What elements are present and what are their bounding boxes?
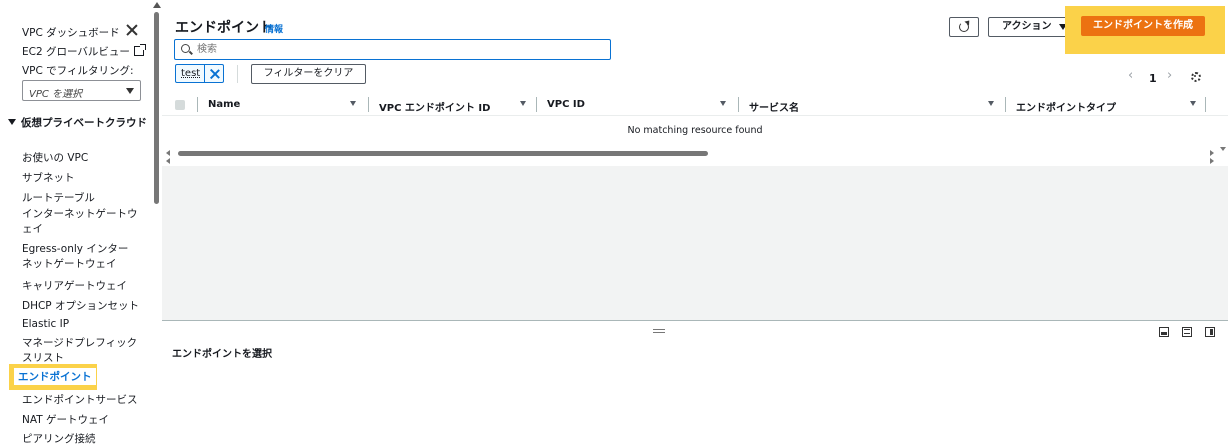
column-label: サービス名 <box>749 103 799 114</box>
scroll-left-icon[interactable] <box>166 158 170 164</box>
sidebar-item-endpoint-services[interactable]: エンドポイントサービス <box>22 392 138 407</box>
vpc-select[interactable]: VPC を選択 <box>22 80 141 101</box>
scroll-right-icon[interactable] <box>1210 150 1214 156</box>
divider <box>368 97 369 112</box>
split-panel-divider <box>162 320 1228 321</box>
chevron-down-icon <box>126 88 134 94</box>
column-name[interactable]: Name <box>208 99 358 110</box>
column-endpoint-type[interactable]: エンドポイントタイプ <box>1016 99 1206 114</box>
filter-label: VPC でフィルタリング: <box>22 65 134 77</box>
sort-icon <box>1190 101 1196 106</box>
sidebar-item-elastic-ip[interactable]: Elastic IP <box>22 318 69 330</box>
scroll-up-icon[interactable] <box>153 2 161 8</box>
divider <box>738 97 739 112</box>
empty-message: No matching resource found <box>627 125 763 136</box>
page-number[interactable]: 1 <box>1149 72 1157 85</box>
sidebar-item-peering[interactable]: ピアリング接続 <box>22 431 96 446</box>
filter-token: test <box>175 64 224 83</box>
split-panel-title: エンドポイントを選択 <box>172 349 272 360</box>
create-endpoint-button[interactable]: エンドポイントを作成 <box>1081 16 1205 36</box>
info-link[interactable]: 情報 <box>265 22 283 35</box>
divider <box>1005 97 1006 112</box>
close-icon[interactable] <box>125 23 139 37</box>
sidebar-item-label: EC2 グローバルビュー <box>22 46 130 58</box>
actions-label: アクション <box>1002 21 1052 32</box>
sidebar-item-ec2-global[interactable]: EC2 グローバルビュー <box>22 44 146 59</box>
sidebar-scrollbar[interactable] <box>152 0 162 442</box>
sidebar: VPC ダッシュボード EC2 グローバルビュー VPC でフィルタリング: V… <box>0 0 152 445</box>
horizontal-scrollbar-thumb[interactable] <box>178 151 708 156</box>
sidebar-item-carrier-gateways[interactable]: キャリアゲートウェイ <box>22 278 127 293</box>
external-link-icon <box>133 44 146 56</box>
divider <box>197 97 198 112</box>
scrollbar-thumb[interactable] <box>154 12 159 204</box>
column-label: VPC ID <box>547 99 585 110</box>
refresh-button[interactable] <box>949 17 979 37</box>
scroll-down-icon[interactable] <box>1220 147 1226 151</box>
column-endpoint-id[interactable]: VPC エンドポイント ID <box>379 99 529 114</box>
actions-button[interactable]: アクション <box>988 17 1076 37</box>
drag-handle-icon[interactable] <box>653 329 665 333</box>
refresh-icon <box>959 22 969 32</box>
sidebar-item-prefix-lists[interactable]: マネージドプレフィックスリスト <box>22 336 138 366</box>
next-page-icon[interactable]: › <box>1167 68 1172 83</box>
page-title: エンドポイント <box>175 20 273 36</box>
sort-icon <box>350 101 356 106</box>
divider <box>204 65 205 82</box>
divider <box>1205 97 1206 112</box>
sort-icon <box>520 101 526 106</box>
sort-icon <box>988 101 994 106</box>
main-panel: エンドポイント 情報 アクション エンドポイントを作成 test フィルターをク… <box>162 0 1228 442</box>
search-field[interactable] <box>174 39 611 60</box>
search-input[interactable] <box>197 41 597 57</box>
sidebar-item-route-tables[interactable]: ルートテーブル <box>22 190 95 205</box>
filter-token-label: test <box>181 68 201 79</box>
split-middle-icon[interactable] <box>1182 327 1192 337</box>
sidebar-item-your-vpcs[interactable]: お使いの VPC <box>22 150 88 165</box>
sidebar-item-egress-only[interactable]: Egress-only インターネットゲートウェイ <box>22 242 138 272</box>
table-header: Name VPC エンドポイント ID VPC ID サービス名 エンドポイント… <box>162 94 1228 116</box>
section-vpc[interactable]: 仮想プライベートクラウド <box>8 116 148 131</box>
section-label: 仮想プライベートクラウド <box>21 117 147 129</box>
column-vpc-id[interactable]: VPC ID <box>547 99 727 110</box>
scroll-left-icon[interactable] <box>166 150 170 156</box>
column-service-name[interactable]: サービス名 <box>749 99 999 114</box>
column-label: VPC エンドポイント ID <box>379 103 491 114</box>
search-icon <box>181 44 190 53</box>
caret-down-icon <box>8 119 16 125</box>
sidebar-item-label: エンドポイント <box>14 368 96 385</box>
scroll-right-icon[interactable] <box>1210 158 1214 164</box>
sort-icon <box>720 101 726 106</box>
prev-page-icon[interactable]: ‹ <box>1128 68 1133 83</box>
vpc-select-value: VPC を選択 <box>29 89 83 100</box>
column-label: Name <box>208 99 241 110</box>
divider <box>536 97 537 112</box>
sidebar-item-dashboard[interactable]: VPC ダッシュボード <box>22 25 120 40</box>
sidebar-item-dhcp[interactable]: DHCP オプションセット <box>22 298 139 313</box>
select-all-checkbox[interactable] <box>175 100 185 110</box>
sidebar-item-subnets[interactable]: サブネット <box>22 170 75 185</box>
clear-filters-button[interactable]: フィルターをクリア <box>251 64 366 84</box>
column-label: エンドポイントタイプ <box>1016 103 1116 114</box>
table-empty-area <box>162 166 1228 320</box>
split-bottom-icon[interactable] <box>1159 327 1169 337</box>
remove-filter-icon[interactable] <box>208 67 222 81</box>
sidebar-item-nat-gateways[interactable]: NAT ゲートウェイ <box>22 412 109 427</box>
gear-icon[interactable] <box>1191 72 1201 82</box>
sidebar-item-endpoints[interactable]: エンドポイント <box>9 364 97 390</box>
sidebar-item-internet-gateways[interactable]: インターネットゲートウェイ <box>22 207 138 237</box>
divider <box>237 65 238 83</box>
split-side-icon[interactable] <box>1205 327 1215 337</box>
